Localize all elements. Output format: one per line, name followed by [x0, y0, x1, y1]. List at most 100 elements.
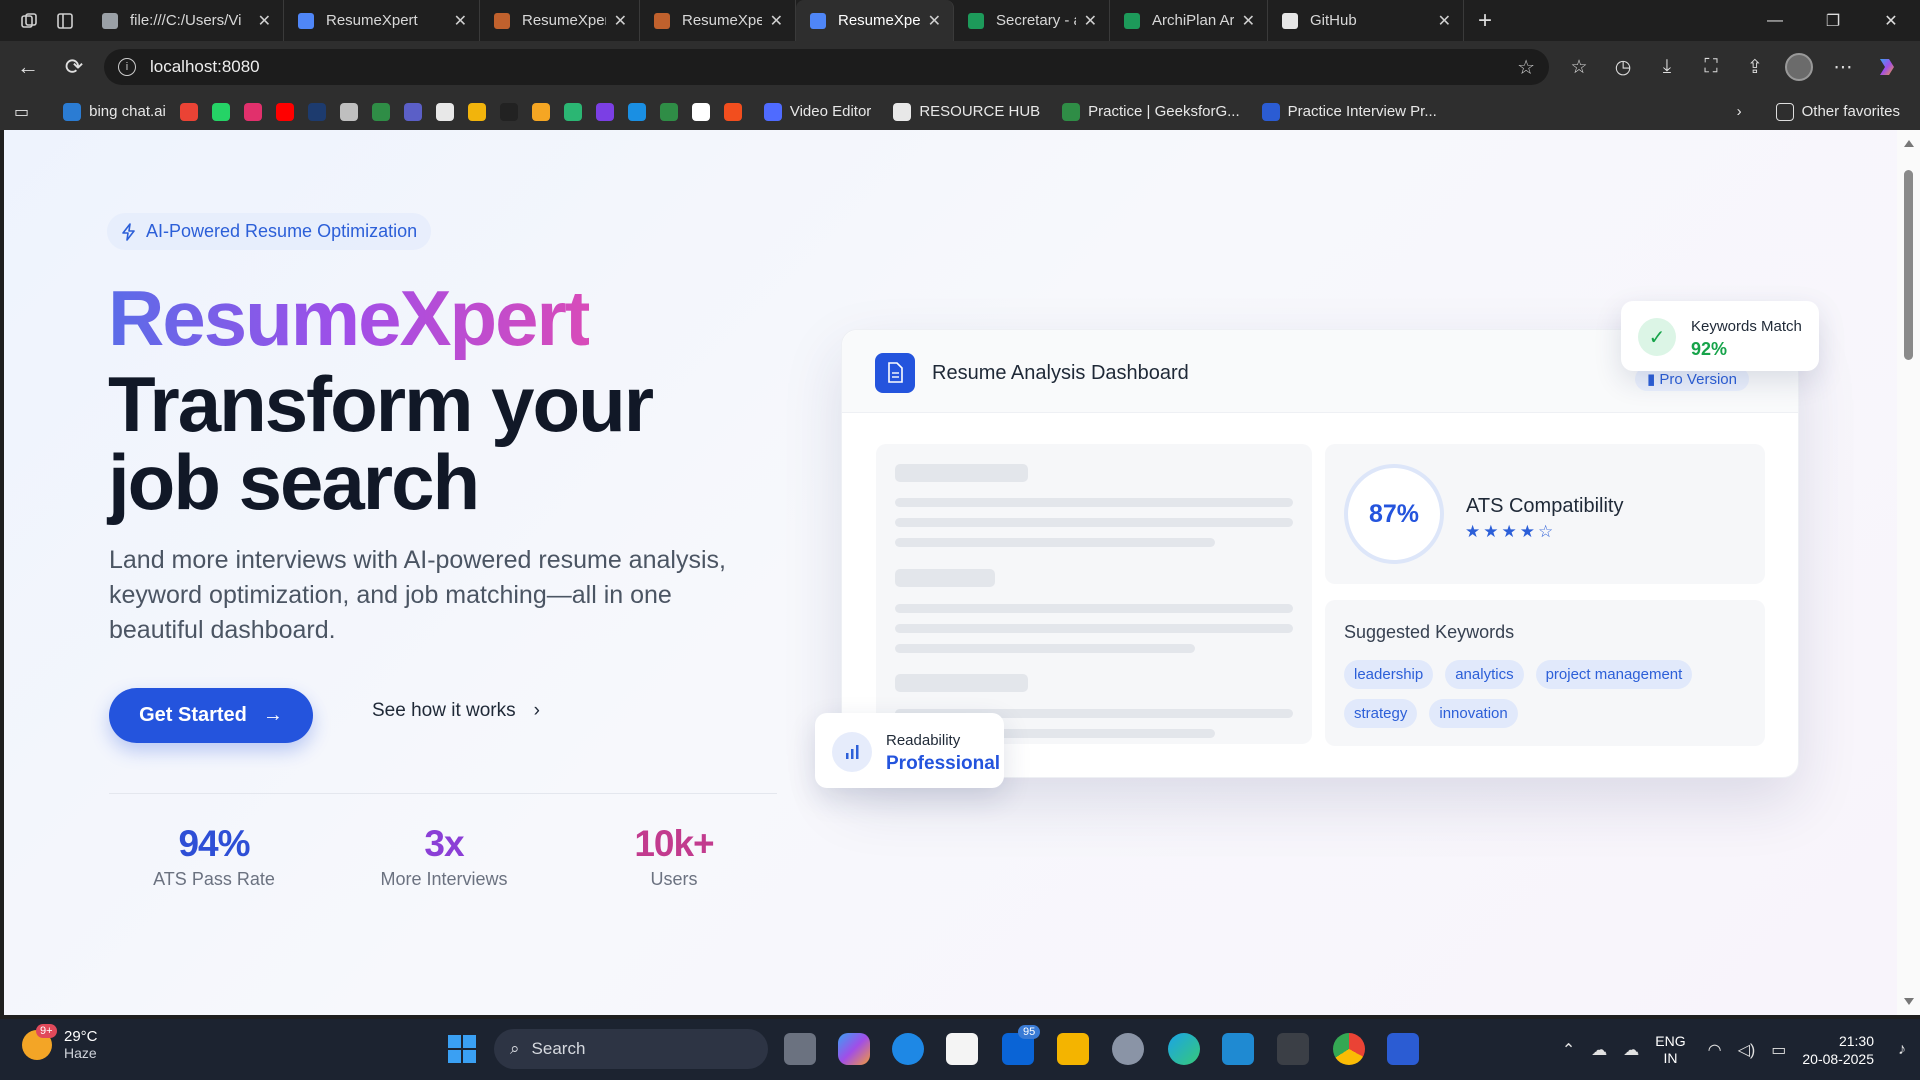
word-app-icon[interactable]: [1387, 1033, 1419, 1065]
tab-close-icon[interactable]: ✕: [258, 11, 271, 31]
settings-app-icon[interactable]: [1112, 1033, 1144, 1065]
tab-close-icon[interactable]: ✕: [1084, 11, 1097, 31]
downloads-icon[interactable]: ⤓: [1645, 56, 1689, 78]
favorite-item[interactable]: [627, 102, 646, 121]
file-explorer-icon[interactable]: [1057, 1033, 1089, 1065]
favorite-item[interactable]: Practice | GeeksforG...: [1062, 102, 1240, 121]
favorites-overflow-chevron-icon[interactable]: ›: [1737, 103, 1742, 120]
notification-bell-icon[interactable]: ♪: [1898, 1041, 1906, 1059]
browser-tab[interactable]: ResumeXpert – Cl ✕: [480, 0, 640, 41]
favorite-item[interactable]: RESOURCE HUB: [893, 102, 1040, 121]
browser-tab[interactable]: ArchiPlan Archite ✕: [1110, 0, 1268, 41]
favorite-item[interactable]: [243, 102, 262, 121]
outlook-app-icon[interactable]: 95: [1002, 1025, 1041, 1065]
favorite-item[interactable]: [499, 102, 518, 121]
task-view-icon[interactable]: [784, 1033, 816, 1065]
screenshot-icon[interactable]: ⛶: [1689, 56, 1733, 78]
favorite-item[interactable]: [179, 102, 198, 121]
stat-value: 3x: [424, 823, 464, 864]
language-indicator[interactable]: ENG IN: [1655, 1033, 1685, 1067]
site-info-icon[interactable]: i: [118, 58, 136, 76]
browser-tab[interactable]: ResumeXpert ✕: [796, 0, 954, 41]
browser-tab[interactable]: GitHub ✕: [1268, 0, 1464, 41]
chrome-app-icon[interactable]: [1333, 1033, 1365, 1065]
favorite-star-icon[interactable]: ☆: [1517, 55, 1535, 80]
weather-widget[interactable]: 9+ 29°C Haze: [22, 1023, 98, 1061]
browser-tab[interactable]: ResumeXpert – Cl ✕: [640, 0, 796, 41]
favorite-item[interactable]: [563, 102, 582, 121]
see-how-it-works-link[interactable]: See how it works ›: [372, 700, 540, 722]
scroll-down-arrow[interactable]: [1904, 998, 1914, 1005]
favorite-item[interactable]: [403, 102, 422, 121]
tab-close-icon[interactable]: ✕: [1242, 11, 1255, 31]
store-app-icon[interactable]: [946, 1033, 978, 1065]
tab-close-icon[interactable]: ✕: [454, 11, 467, 31]
minimize-button[interactable]: —: [1746, 0, 1804, 41]
tab-close-icon[interactable]: ✕: [1438, 11, 1451, 31]
edge-app-icon[interactable]: [1168, 1033, 1200, 1065]
maximize-button[interactable]: ❐: [1804, 0, 1862, 41]
scroll-thumb[interactable]: [1904, 170, 1913, 360]
favorite-item[interactable]: Practice Interview Pr...: [1261, 102, 1437, 121]
favorite-item[interactable]: [275, 102, 294, 121]
tab-close-icon[interactable]: ✕: [614, 11, 627, 31]
favorite-item[interactable]: [435, 102, 454, 121]
tab-close-icon[interactable]: ✕: [770, 11, 783, 31]
page-scrollbar[interactable]: [1897, 130, 1920, 1015]
favorite-item[interactable]: [211, 102, 230, 121]
vertical-tabs-icon[interactable]: [50, 6, 80, 36]
favorite-item[interactable]: [339, 102, 358, 121]
volume-icon[interactable]: ◁): [1738, 1040, 1756, 1060]
profile-avatar[interactable]: [1777, 53, 1821, 81]
favorite-item[interactable]: [307, 102, 326, 121]
browser-tab[interactable]: file:///C:/Users/Vi ✕: [88, 0, 284, 41]
workspaces-icon[interactable]: [14, 6, 44, 36]
tab-close-icon[interactable]: ✕: [928, 11, 941, 31]
terminal-app-icon[interactable]: [1277, 1033, 1309, 1065]
favorites-icon[interactable]: ☆: [1557, 56, 1601, 79]
start-button[interactable]: [448, 1035, 476, 1063]
other-favorites[interactable]: Other favorites: [1775, 102, 1900, 121]
collections-icon[interactable]: ▭: [14, 102, 29, 122]
new-tab-button[interactable]: +: [1478, 7, 1492, 35]
history-icon[interactable]: ◷: [1601, 56, 1645, 79]
address-bar[interactable]: i localhost:8080 ☆: [104, 49, 1549, 85]
favorite-item[interactable]: [531, 102, 550, 121]
copilot-app-icon[interactable]: [838, 1033, 870, 1065]
camera-app-icon[interactable]: [892, 1033, 924, 1065]
favorite-item[interactable]: bing chat.ai: [63, 102, 166, 121]
share-icon[interactable]: ⇪: [1733, 56, 1777, 79]
refresh-button[interactable]: ⟳: [54, 47, 94, 87]
favorite-item[interactable]: [659, 102, 678, 121]
favorite-item[interactable]: [371, 102, 390, 121]
close-window-button[interactable]: ✕: [1862, 0, 1920, 41]
favorite-icon: [563, 102, 582, 121]
readability-value: Professional: [886, 753, 1001, 774]
skeleton-line: [895, 674, 1028, 692]
copilot-icon[interactable]: [1865, 55, 1909, 79]
favorite-item[interactable]: Video Editor: [763, 102, 871, 121]
browser-tab[interactable]: Secretary - adzun ✕: [954, 0, 1110, 41]
browser-tab[interactable]: ResumeXpert ✕: [284, 0, 480, 41]
stats-divider: [109, 793, 777, 794]
vscode-app-icon[interactable]: [1222, 1033, 1254, 1065]
ats-compatibility-panel: 87% ATS Compatibility ★ ★ ★ ★ ☆: [1325, 444, 1765, 584]
clock[interactable]: 21:30 20-08-2025: [1802, 1032, 1874, 1068]
tray-overflow-chevron-icon[interactable]: ⌃: [1562, 1040, 1575, 1060]
favorite-item[interactable]: [467, 102, 486, 121]
network-cloud-icon[interactable]: ☁: [1623, 1040, 1639, 1060]
battery-icon[interactable]: ▭: [1771, 1040, 1786, 1060]
scroll-up-arrow[interactable]: [1904, 140, 1914, 147]
taskbar-search[interactable]: ⌕ Search: [494, 1029, 768, 1069]
favorite-item[interactable]: [595, 102, 614, 121]
more-menu-icon[interactable]: ⋯: [1821, 56, 1865, 79]
back-button[interactable]: ←: [8, 47, 48, 87]
favorite-icon: [211, 102, 230, 121]
get-started-button[interactable]: Get Started →: [109, 688, 313, 743]
lightning-icon: [122, 222, 135, 241]
favorite-item[interactable]: [723, 102, 742, 121]
wifi-icon[interactable]: ◠: [1708, 1040, 1722, 1060]
tab-title: ResumeXpert – Cl: [522, 12, 606, 29]
onedrive-icon[interactable]: ☁: [1591, 1040, 1607, 1060]
favorite-item[interactable]: [691, 102, 710, 121]
